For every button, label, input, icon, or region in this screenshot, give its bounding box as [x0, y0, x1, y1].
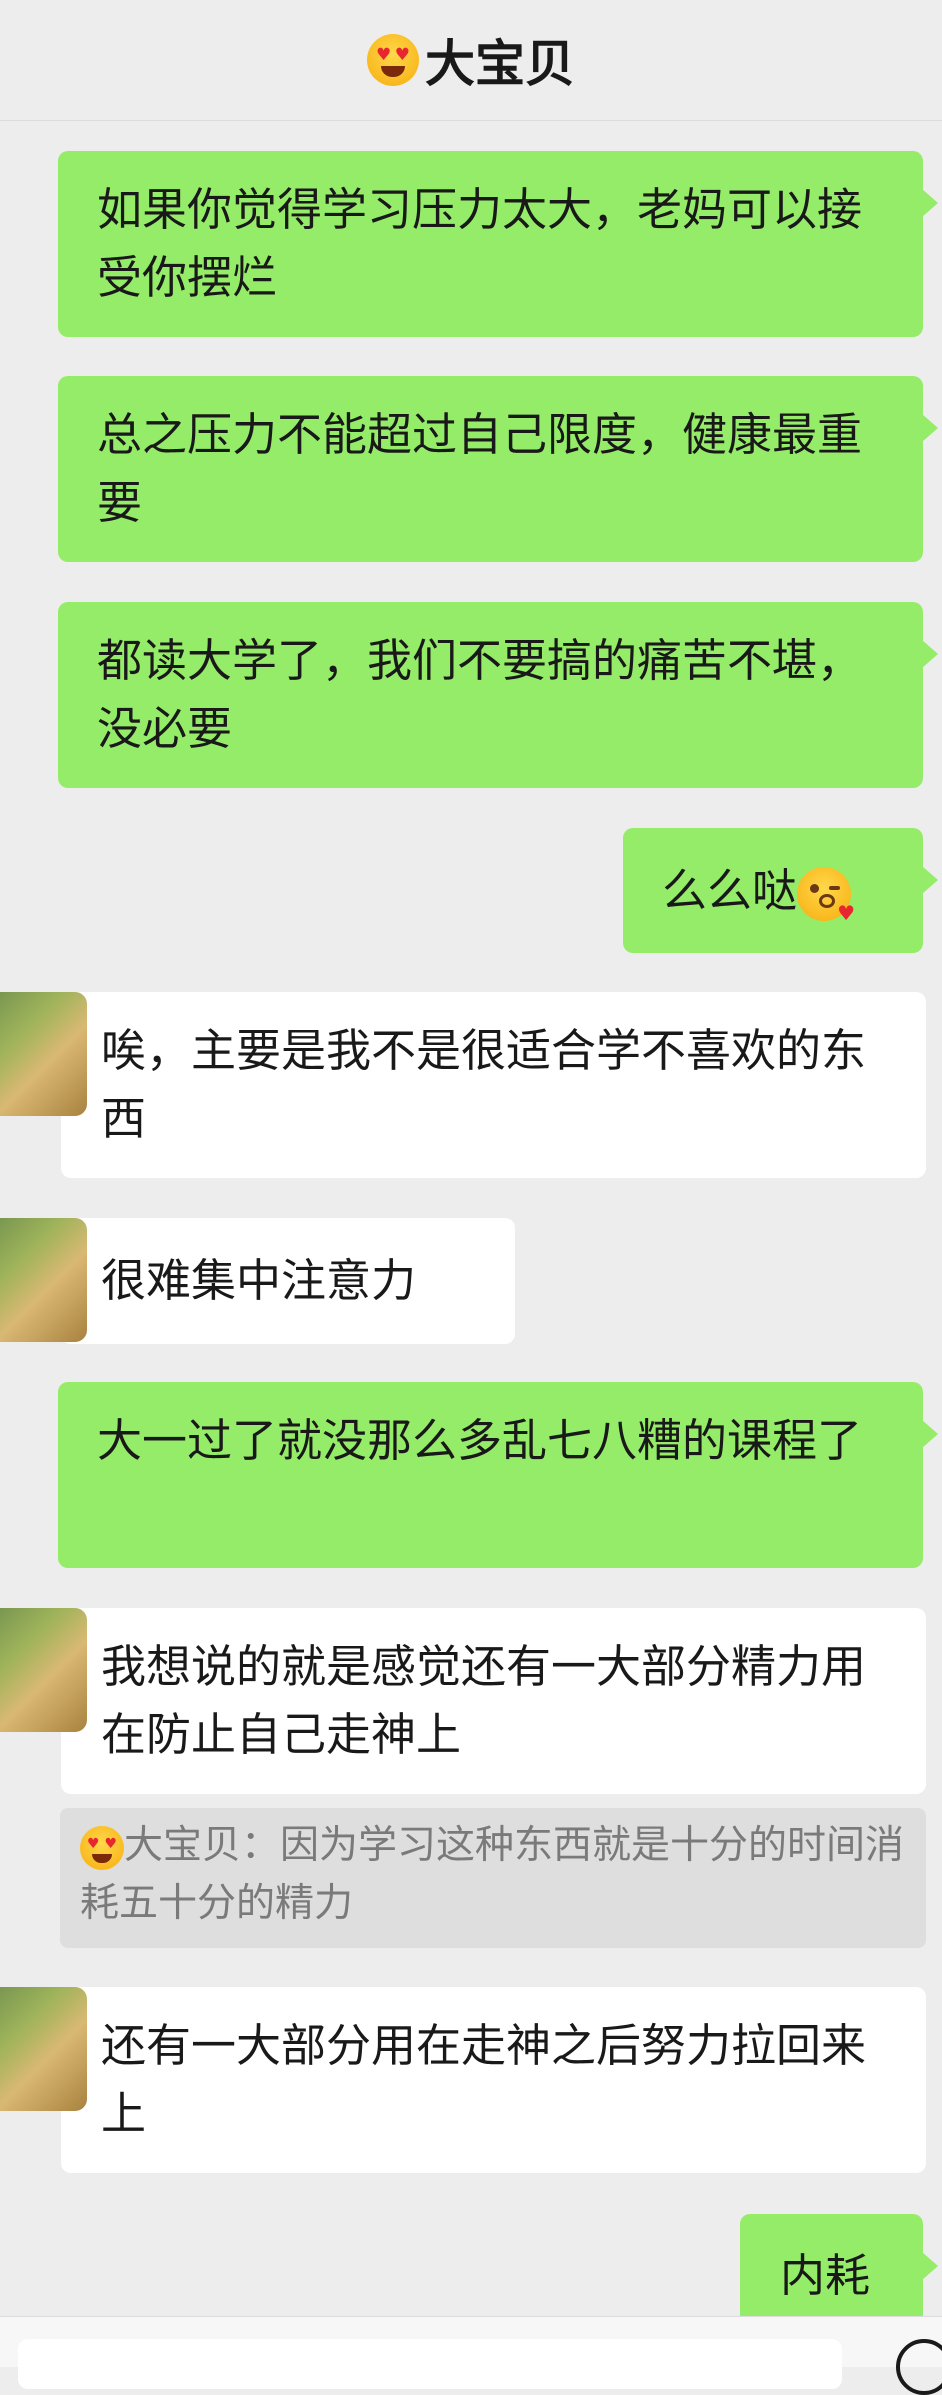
outgoing-message[interactable]: 总之压力不能超过自己限度，健康最重要: [58, 376, 938, 562]
outgoing-message[interactable]: 么么哒 ♥: [623, 828, 938, 953]
chat-title[interactable]: ♥ ♥ 大宝贝: [367, 24, 575, 96]
message-text: 如果你觉得学习压力太大，老妈可以接受你摆烂: [97, 183, 863, 304]
contact-avatar[interactable]: [0, 992, 87, 1116]
contact-avatar[interactable]: [0, 1218, 87, 1342]
outgoing-message[interactable]: 大一过了就没那么多乱七八糟的课程了: [58, 1382, 938, 1568]
quoted-message[interactable]: ♥ ♥ 大宝贝：因为学习这种东西就是十分的时间消耗五十分的精力: [60, 1808, 926, 1948]
message-text: 唉，主要是我不是很适合学不喜欢的东西: [101, 1024, 867, 1145]
message-text: 总之压力不能超过自己限度，健康最重要: [97, 408, 863, 529]
outgoing-message[interactable]: 如果你觉得学习压力太大，老妈可以接受你摆烂: [58, 151, 938, 337]
message-text: 我想说的就是感觉还有一大部分精力用在防止自己走神上: [101, 1640, 867, 1761]
kiss-emoji-icon: ♥: [797, 867, 855, 923]
message-text: 大一过了就没那么多乱七八糟的课程了: [97, 1414, 863, 1467]
message-text: 内耗: [780, 2249, 871, 2302]
incoming-message[interactable]: 我想说的就是感觉还有一大部分精力用在防止自己走神上: [0, 1608, 926, 1794]
message-text: 么么哒: [662, 864, 798, 917]
message-text: 还有一大部分用在走神之后努力拉回来上: [101, 2019, 867, 2140]
incoming-message[interactable]: 唉，主要是我不是很适合学不喜欢的东西: [0, 992, 926, 1178]
chat-title-text: 大宝贝: [425, 35, 575, 93]
heart-eyes-emoji-icon: ♥ ♥: [367, 34, 419, 86]
contact-avatar[interactable]: [0, 1987, 87, 2111]
contact-avatar[interactable]: [0, 1608, 87, 1732]
input-bar: [0, 2316, 942, 2395]
incoming-message[interactable]: 很难集中注意力: [0, 1218, 515, 1344]
incoming-message[interactable]: 还有一大部分用在走神之后努力拉回来上: [0, 1987, 926, 2173]
chat-header: ♥ ♥ 大宝贝: [0, 0, 942, 121]
message-input[interactable]: [18, 2339, 842, 2389]
quote-sender: 大宝贝: [124, 1823, 242, 1868]
message-text: 都读大学了，我们不要搞的痛苦不堪，没必要: [97, 634, 863, 755]
heart-eyes-emoji-icon: ♥ ♥: [80, 1825, 124, 1870]
message-text: 很难集中注意力: [101, 1254, 417, 1307]
outgoing-message[interactable]: 都读大学了，我们不要搞的痛苦不堪，没必要: [58, 602, 938, 788]
voice-icon[interactable]: [896, 2339, 942, 2395]
